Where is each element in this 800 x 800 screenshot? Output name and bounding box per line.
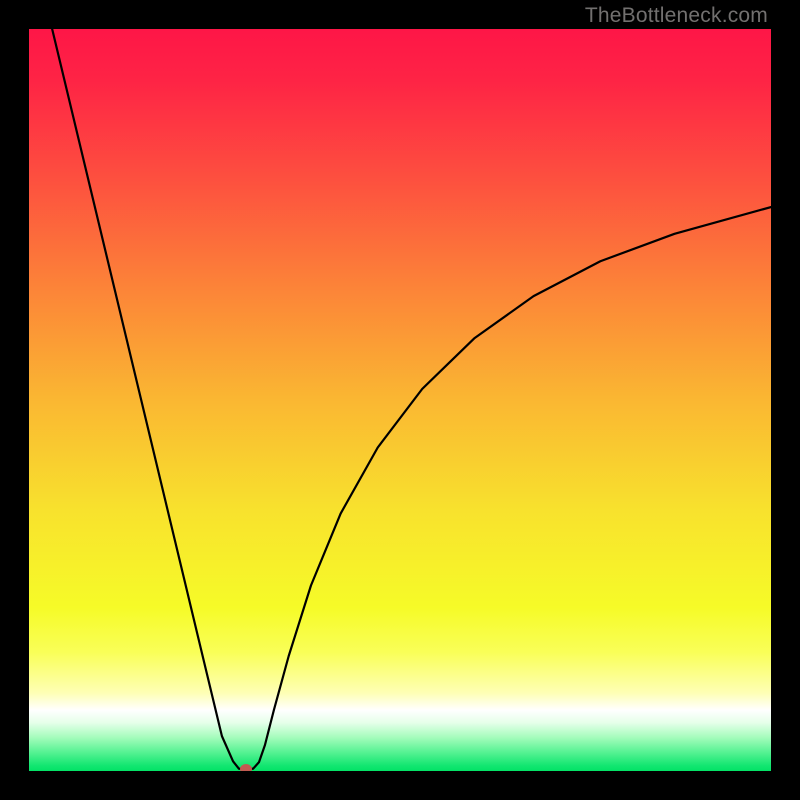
optimal-point-marker <box>240 764 252 771</box>
chart-frame: TheBottleneck.com <box>0 0 800 800</box>
plot-area <box>29 29 771 771</box>
watermark-text: TheBottleneck.com <box>585 4 768 28</box>
bottleneck-curve <box>29 29 771 771</box>
